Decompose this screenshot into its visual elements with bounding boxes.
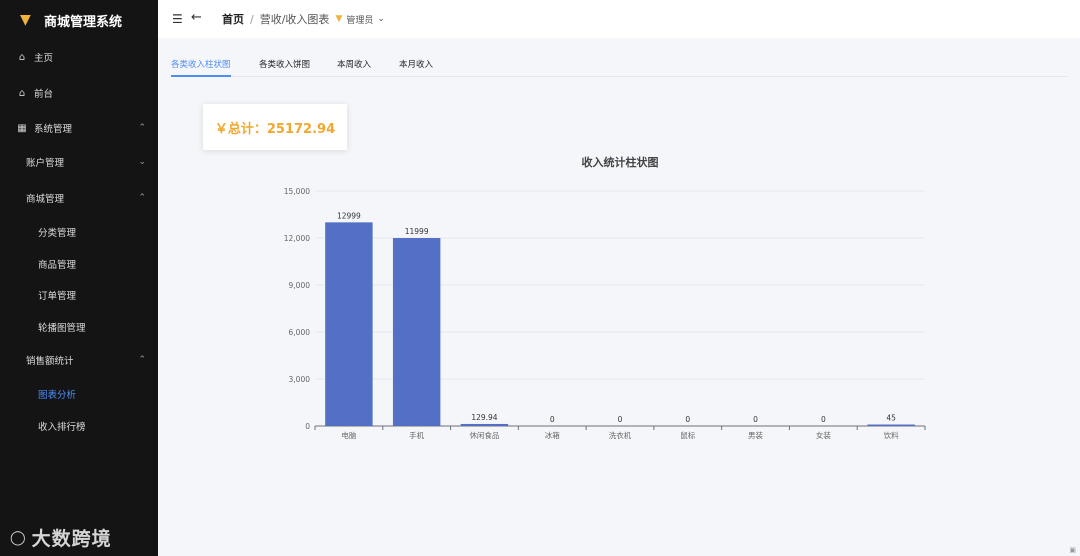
bar	[867, 424, 915, 426]
data-label: 0	[821, 415, 826, 424]
data-label: 45	[886, 414, 896, 423]
x-tick-label: 女装	[816, 430, 831, 440]
x-tick-label: 电脑	[341, 430, 356, 440]
data-label: 0	[753, 415, 758, 424]
y-tick-label: 12,000	[284, 234, 310, 243]
data-label: 0	[618, 415, 623, 424]
data-label: 0	[550, 415, 555, 424]
data-label: 12999	[337, 211, 361, 220]
x-tick-label: 手机	[409, 430, 424, 440]
x-tick-label: 男装	[748, 430, 763, 440]
data-label: 0	[685, 415, 690, 424]
y-tick-label: 3,000	[289, 375, 311, 384]
bar-chart: 0 3,000 6,000 9,000 12,000 15,000 12999 电脑 11999…	[284, 187, 926, 440]
corner-icon: ▣	[1069, 546, 1076, 554]
x-tick-label: 洗衣机	[609, 430, 632, 440]
y-tick-label: 6,000	[289, 328, 311, 337]
x-tick-label: 饮料	[884, 430, 899, 440]
y-tick-label: 15,000	[284, 187, 310, 196]
y-tick-label: 0	[305, 422, 310, 431]
data-label: 129.94	[471, 413, 497, 422]
x-tick-label: 鼠标	[680, 430, 695, 440]
bar	[460, 423, 509, 426]
y-tick-label: 9,000	[289, 281, 311, 290]
data-label: 11999	[405, 227, 429, 236]
bar	[392, 238, 441, 426]
x-tick-label: 冰箱	[545, 430, 560, 440]
x-tick-label: 休闲食品	[469, 430, 499, 440]
bar	[325, 222, 373, 426]
